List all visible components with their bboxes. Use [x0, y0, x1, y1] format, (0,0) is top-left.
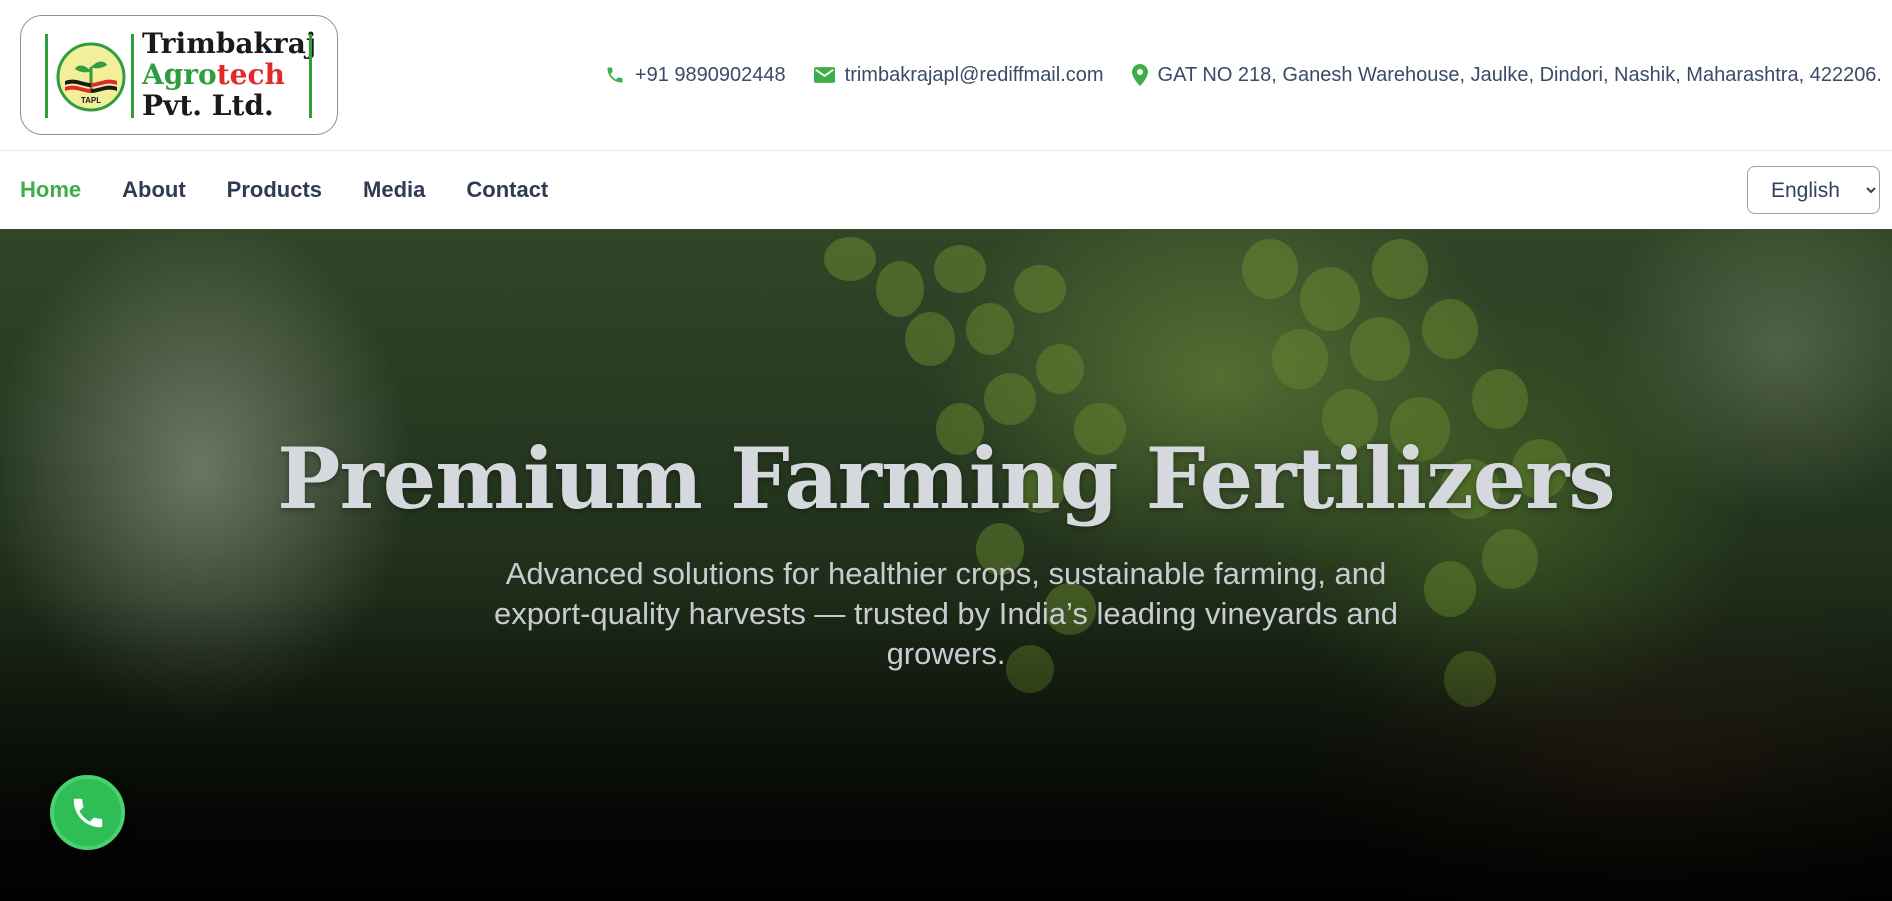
nav-products[interactable]: Products: [227, 177, 322, 203]
phone-link[interactable]: +91 9890902448: [605, 64, 786, 87]
nav-media[interactable]: Media: [363, 177, 425, 203]
contact-info: +91 9890902448 trimbakrajapl@rediffmail.…: [605, 58, 1882, 92]
nav-home[interactable]: Home: [20, 177, 81, 203]
logo-emblem-text: TAPL: [81, 96, 101, 105]
call-button[interactable]: [50, 775, 125, 850]
brand-line-3: Pvt. Ltd.: [142, 89, 274, 122]
phone-icon: [73, 798, 102, 827]
logo-emblem-icon: TAPL: [56, 42, 126, 112]
email-address: trimbakrajapl@rediffmail.com: [844, 63, 1104, 86]
hero-subtitle: Advanced solutions for healthier crops, …: [493, 556, 1399, 671]
envelope-icon: [813, 67, 835, 83]
email-link[interactable]: trimbakrajapl@rediffmail.com: [813, 63, 1104, 87]
phone-number: +91 9890902448: [634, 63, 786, 86]
brand-line-1: Trimbakraj: [142, 27, 316, 60]
language-select[interactable]: English: [1747, 166, 1880, 214]
nav-contact[interactable]: Contact: [466, 177, 548, 203]
brand-name: Trimbakraj Agrotech Pvt. Ltd.: [142, 27, 316, 122]
phone-icon: [607, 67, 623, 83]
nav-links: Home About Products Media Contact: [20, 151, 548, 229]
map-pin-icon: [1131, 64, 1148, 86]
logo-divider: [131, 34, 134, 118]
brand-logo[interactable]: TAPL Trimbakraj Agrotech Pvt. Ltd.: [20, 15, 338, 135]
logo-divider: [309, 34, 312, 118]
top-header: TAPL Trimbakraj Agrotech Pvt. Ltd. +91 9…: [0, 0, 1892, 151]
address-text: GAT NO 218, Ganesh Warehouse, Jaulke, Di…: [1157, 63, 1882, 86]
hero-section: Premium Farming Fertilizers Advanced sol…: [0, 229, 1892, 901]
brand-line-2: Agrotech: [142, 59, 312, 90]
address: GAT NO 218, Ganesh Warehouse, Jaulke, Di…: [1131, 63, 1882, 87]
main-nav: Home About Products Media Contact Englis…: [0, 151, 1892, 229]
brand-tech: tech: [216, 58, 285, 91]
nav-about[interactable]: About: [122, 177, 186, 203]
logo-divider: [45, 34, 48, 118]
hero-title: Premium Farming Fertilizers: [277, 429, 1615, 528]
brand-agro: Agro: [142, 58, 217, 91]
